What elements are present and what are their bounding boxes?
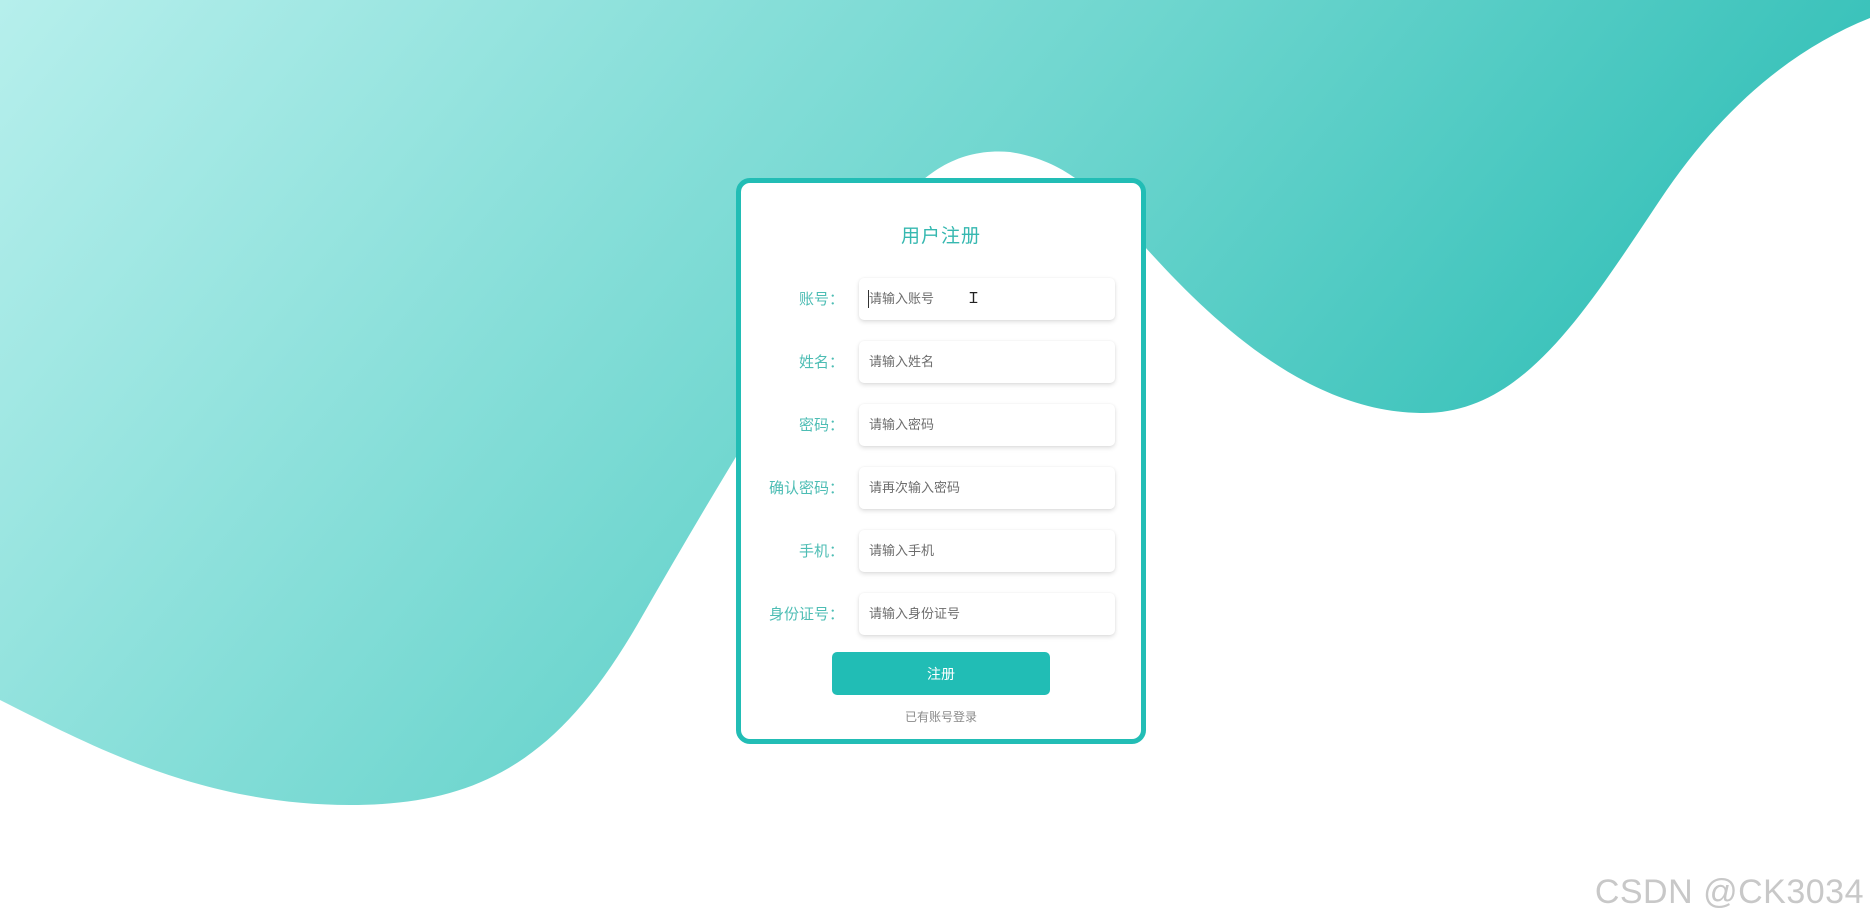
page-root: 用户注册 账号： Ｉ 姓名： 密码： 确认密码： 手机： 身份证号： 注册 <box>0 0 1870 918</box>
id-number-label: 身份证号： <box>768 605 844 623</box>
i-beam-cursor-icon: Ｉ <box>966 289 982 307</box>
register-button[interactable]: 注册 <box>832 652 1050 695</box>
id-number-input[interactable] <box>859 593 1115 635</box>
account-label: 账号： <box>798 290 844 308</box>
password-input[interactable] <box>859 404 1115 446</box>
form-row-account: 账号： Ｉ <box>741 278 1141 320</box>
password-label: 密码： <box>798 416 844 434</box>
register-card: 用户注册 账号： Ｉ 姓名： 密码： 确认密码： 手机： 身份证号： 注册 <box>736 178 1146 744</box>
form-row-password: 密码： <box>741 404 1141 446</box>
text-caret-icon <box>868 290 869 308</box>
login-link[interactable]: 已有账号登录 <box>741 708 1141 725</box>
phone-input[interactable] <box>859 530 1115 572</box>
name-label: 姓名： <box>798 353 844 371</box>
form-row-phone: 手机： <box>741 530 1141 572</box>
form-row-name: 姓名： <box>741 341 1141 383</box>
page-title: 用户注册 <box>900 225 981 247</box>
form-row-confirm-password: 确认密码： <box>741 467 1141 509</box>
confirm-password-label: 确认密码： <box>768 479 844 497</box>
name-input[interactable] <box>859 341 1115 383</box>
watermark: CSDN @CK3034 <box>1594 873 1864 911</box>
form-row-id-number: 身份证号： <box>741 593 1141 635</box>
phone-label: 手机： <box>798 542 844 560</box>
account-input[interactable] <box>859 278 1115 320</box>
confirm-password-input[interactable] <box>859 467 1115 509</box>
